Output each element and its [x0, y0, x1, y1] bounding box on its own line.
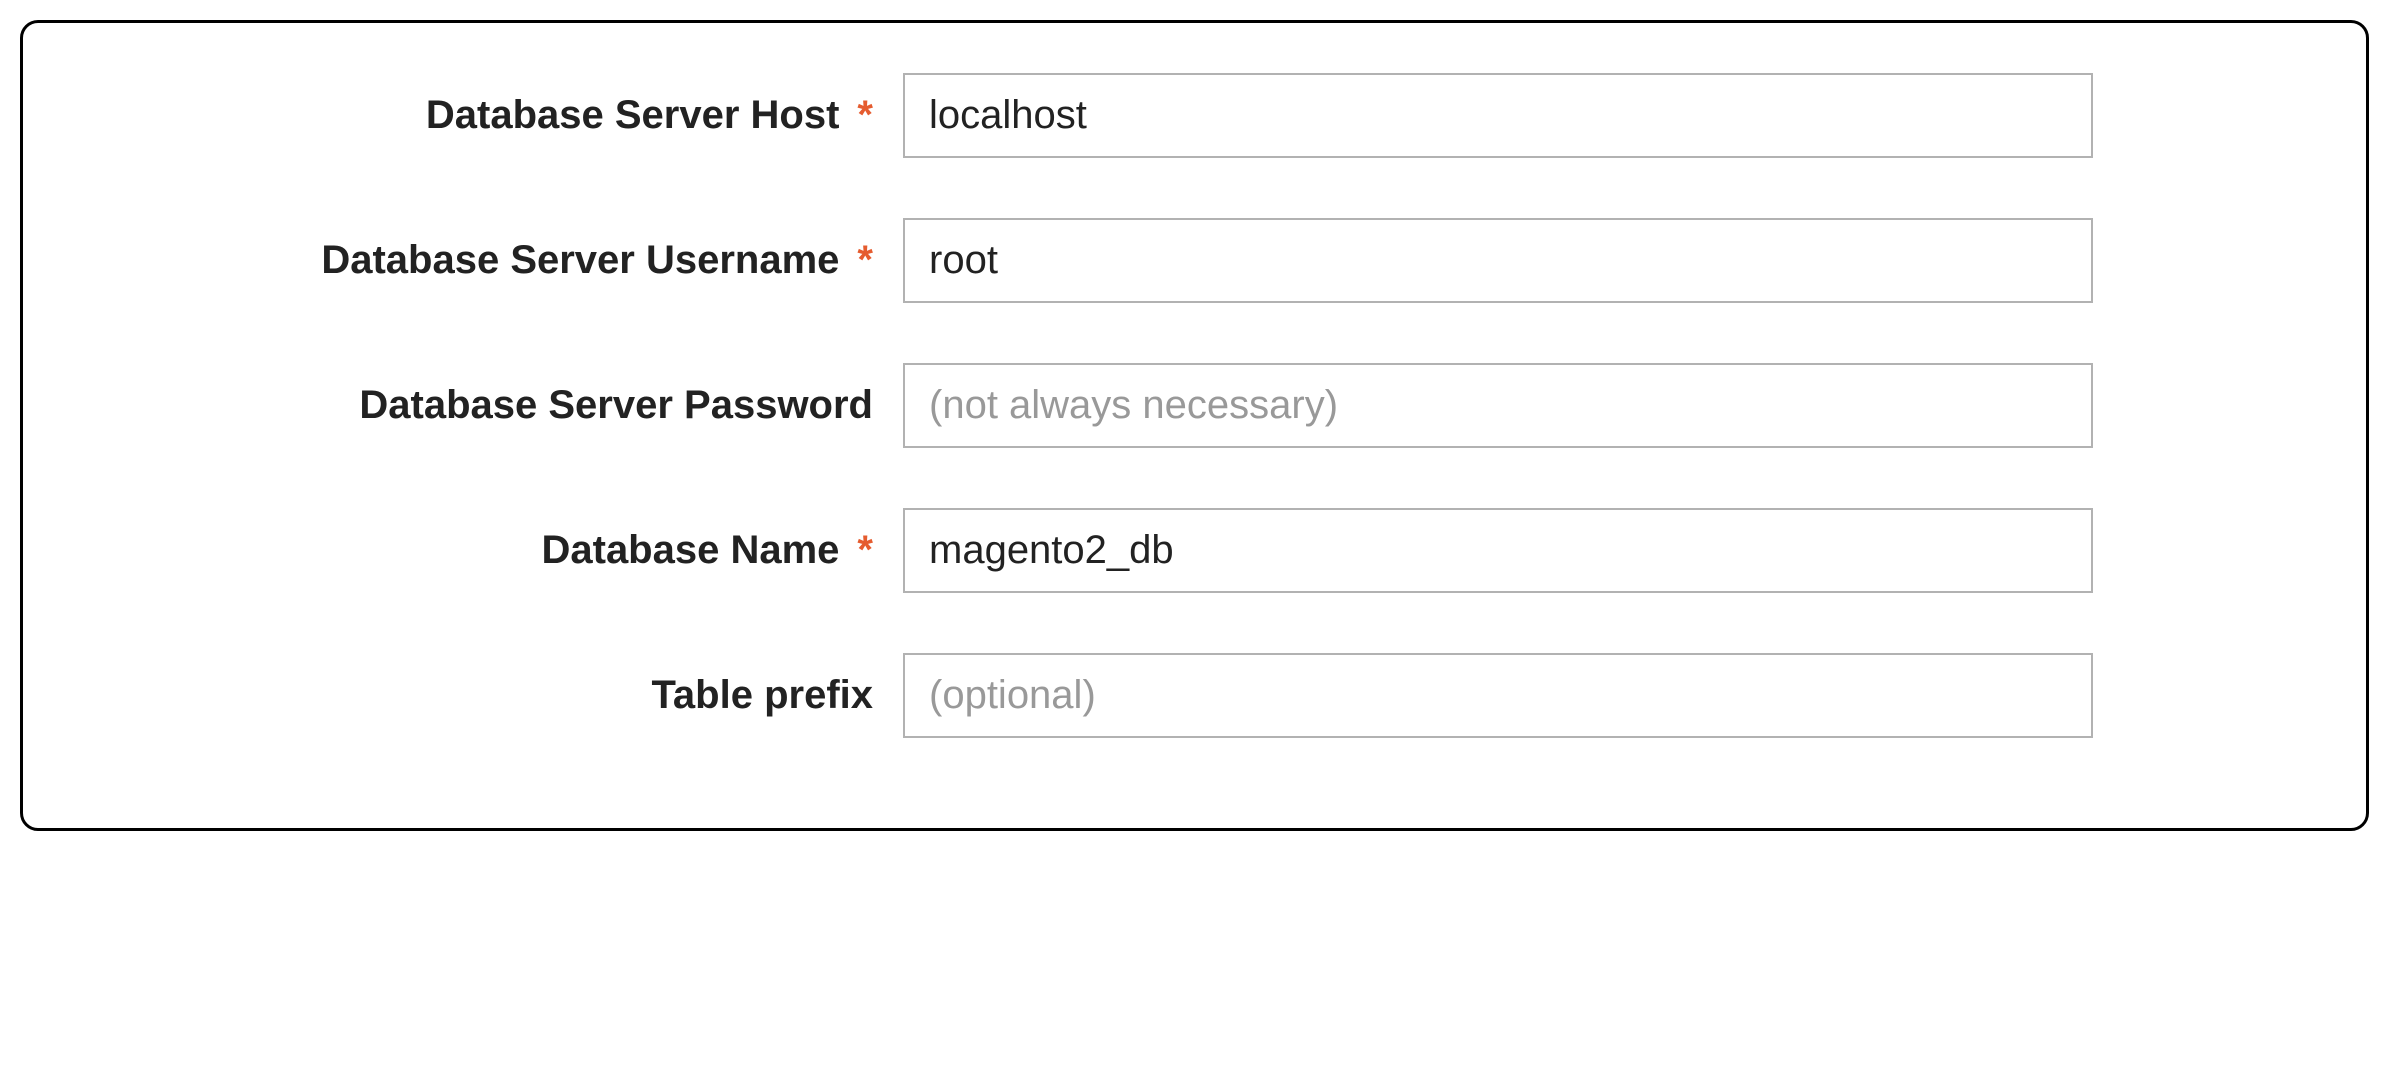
form-row-table-prefix: Table prefix: [83, 653, 2306, 738]
required-asterisk-icon: *: [857, 238, 873, 283]
table-prefix-input[interactable]: [903, 653, 2093, 738]
label-wrap: Database Server Password: [83, 383, 903, 428]
required-asterisk-icon: *: [857, 93, 873, 138]
label-wrap: Table prefix: [83, 673, 903, 718]
form-row-db-name: Database Name *: [83, 508, 2306, 593]
db-username-input[interactable]: [903, 218, 2093, 303]
db-username-label: Database Server Username: [321, 238, 839, 283]
db-password-input[interactable]: [903, 363, 2093, 448]
database-config-form: Database Server Host * Database Server U…: [20, 20, 2369, 831]
db-name-input[interactable]: [903, 508, 2093, 593]
db-host-label: Database Server Host: [426, 93, 840, 138]
form-row-db-username: Database Server Username *: [83, 218, 2306, 303]
form-row-db-password: Database Server Password: [83, 363, 2306, 448]
db-password-label: Database Server Password: [359, 383, 873, 428]
required-asterisk-icon: *: [857, 528, 873, 573]
db-name-label: Database Name: [541, 528, 839, 573]
label-wrap: Database Server Host *: [83, 93, 903, 138]
label-wrap: Database Name *: [83, 528, 903, 573]
db-host-input[interactable]: [903, 73, 2093, 158]
label-wrap: Database Server Username *: [83, 238, 903, 283]
table-prefix-label: Table prefix: [651, 673, 873, 718]
form-row-db-host: Database Server Host *: [83, 73, 2306, 158]
